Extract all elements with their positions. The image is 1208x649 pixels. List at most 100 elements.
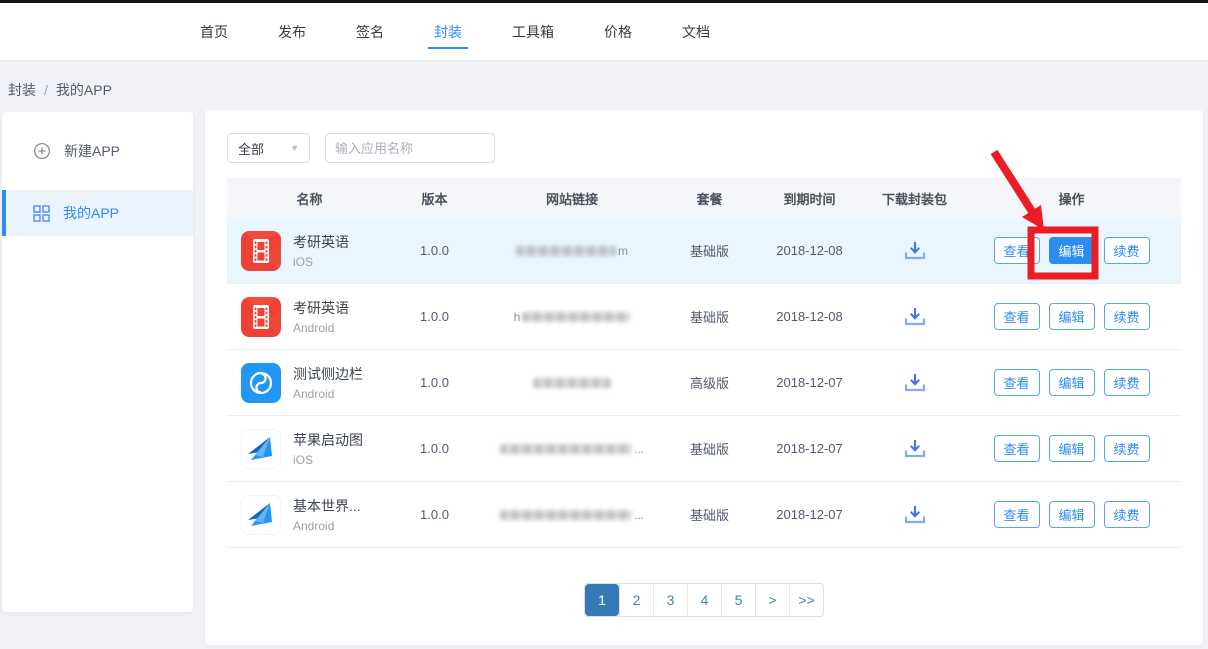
download-icon[interactable] xyxy=(903,306,927,327)
filter-select[interactable]: 全部 ▼ xyxy=(227,133,310,163)
website-link-cell: ... xyxy=(477,442,667,456)
page-button-4[interactable]: 4 xyxy=(687,584,721,616)
sidebar-item[interactable]: 新建APP xyxy=(2,128,193,174)
app-version: 1.0.0 xyxy=(392,243,477,258)
edit-button[interactable]: 编辑 xyxy=(1049,369,1095,396)
download-cell[interactable] xyxy=(867,504,962,525)
app-name-cell: 苹果启动图 iOS xyxy=(227,429,392,469)
app-name: 苹果启动图 xyxy=(293,430,363,450)
app-platform: Android xyxy=(293,387,363,401)
page-button-3[interactable]: 3 xyxy=(653,584,687,616)
film-app-icon xyxy=(241,297,281,337)
actions-cell: 查看编辑续费 xyxy=(962,501,1181,528)
expiry-date: 2018-12-07 xyxy=(752,507,867,522)
main-panel: 全部 ▼ 名称版本网站链接套餐到期时间下载封装包操作 考研英语 iOS 1.0.0 m… xyxy=(205,110,1203,645)
link-visible-suffix: m xyxy=(618,244,628,258)
paper-plane-app-icon xyxy=(241,429,281,469)
column-header: 到期时间 xyxy=(752,189,867,208)
sphere-app-icon xyxy=(241,363,281,403)
app-version: 1.0.0 xyxy=(392,507,477,522)
package-tier: 基础版 xyxy=(667,307,752,326)
view-button[interactable]: 查看 xyxy=(994,369,1040,396)
page-button-1[interactable]: 1 xyxy=(585,584,619,616)
breadcrumb: 封装/我的APP xyxy=(8,80,112,100)
download-icon[interactable] xyxy=(903,240,927,261)
plus-circle-icon xyxy=(33,142,51,160)
toolbar: 全部 ▼ xyxy=(227,133,495,163)
page-button-2[interactable]: 2 xyxy=(619,584,653,616)
table-row: 苹果启动图iOS1.0.0...基础版2018-12-07查看编辑续费 xyxy=(227,416,1181,482)
nav-item-link[interactable]: 签名 xyxy=(350,3,390,60)
column-header: 套餐 xyxy=(667,189,752,208)
search-box xyxy=(325,133,495,163)
download-icon[interactable] xyxy=(903,438,927,459)
chevron-down-icon: ▼ xyxy=(290,143,299,153)
column-header: 版本 xyxy=(392,189,477,208)
nav-list: 首页发布签名封装工具箱价格文档 xyxy=(194,3,1208,60)
app-name-cell: 基本世界...Android xyxy=(227,495,392,535)
actions-cell: 查看编辑续费 xyxy=(962,369,1181,396)
edit-button[interactable]: 编辑 xyxy=(1049,237,1095,264)
column-header: 名称 xyxy=(227,189,392,208)
package-tier: 基础版 xyxy=(667,505,752,524)
expiry-date: 2018-12-08 xyxy=(752,243,867,258)
nav-item-link[interactable]: 工具箱 xyxy=(506,3,560,60)
link-visible-prefix: h xyxy=(514,310,521,324)
blurred-url xyxy=(500,510,632,520)
link-visible-suffix: ... xyxy=(634,442,644,456)
actions-cell: 查看编辑续费 xyxy=(962,237,1181,264)
expiry-date: 2018-12-08 xyxy=(752,309,867,324)
renew-button[interactable]: 续费 xyxy=(1104,369,1150,396)
download-cell[interactable] xyxy=(867,372,962,393)
download-icon[interactable] xyxy=(903,504,927,525)
search-input[interactable] xyxy=(335,141,511,156)
app-platform: iOS xyxy=(293,453,363,467)
actions-cell: 查看编辑续费 xyxy=(962,435,1181,462)
renew-button[interactable]: 续费 xyxy=(1104,237,1150,264)
nav-item-link[interactable]: 价格 xyxy=(598,3,638,60)
nav-item-link[interactable]: 文档 xyxy=(676,3,716,60)
renew-button[interactable]: 续费 xyxy=(1104,435,1150,462)
view-button[interactable]: 查看 xyxy=(994,435,1040,462)
app-name: 考研英语 xyxy=(293,232,349,252)
expiry-date: 2018-12-07 xyxy=(752,375,867,390)
blurred-url xyxy=(522,312,630,322)
sidebar-item[interactable]: 我的APP xyxy=(2,190,193,236)
app-name: 考研英语 xyxy=(293,298,349,318)
table-header-row: 名称版本网站链接套餐到期时间下载封装包操作 xyxy=(227,178,1181,218)
app-name-cell: 测试侧边栏Android xyxy=(227,363,392,403)
pagination: 12345>>> xyxy=(584,583,824,617)
view-button[interactable]: 查看 xyxy=(994,303,1040,330)
table-row: 测试侧边栏Android1.0.0高级版2018-12-07查看编辑续费 xyxy=(227,350,1181,416)
next-page-button[interactable]: > xyxy=(755,584,789,616)
edit-button[interactable]: 编辑 xyxy=(1049,501,1095,528)
renew-button[interactable]: 续费 xyxy=(1104,303,1150,330)
page-button-5[interactable]: 5 xyxy=(721,584,755,616)
view-button[interactable]: 查看 xyxy=(994,501,1040,528)
last-page-button[interactable]: >> xyxy=(789,584,823,616)
view-button[interactable]: 查看 xyxy=(994,237,1040,264)
edit-button[interactable]: 编辑 xyxy=(1049,303,1095,330)
app-name-cell: 考研英语Android xyxy=(227,297,392,337)
download-icon[interactable] xyxy=(903,372,927,393)
breadcrumb-item-package[interactable]: 封装 xyxy=(8,82,36,98)
table-row: 考研英语Android1.0.0h基础版2018-12-08查看编辑续费 xyxy=(227,284,1181,350)
filter-select-value: 全部 xyxy=(238,139,264,158)
blurred-url xyxy=(500,444,632,454)
edit-button[interactable]: 编辑 xyxy=(1049,435,1095,462)
app-platform: iOS xyxy=(293,255,349,269)
nav-item-link[interactable]: 首页 xyxy=(194,3,234,60)
table-row: 考研英语iOS1.0.0m基础版2018-12-08查看编辑续费 xyxy=(227,218,1181,284)
renew-button[interactable]: 续费 xyxy=(1104,501,1150,528)
nav-item-active[interactable]: 封装 xyxy=(428,3,468,60)
app-version: 1.0.0 xyxy=(392,441,477,456)
nav-item-link[interactable]: 发布 xyxy=(272,3,312,60)
download-cell[interactable] xyxy=(867,438,962,459)
download-cell[interactable] xyxy=(867,306,962,327)
sidebar-item-label: 新建APP xyxy=(64,141,120,161)
download-cell[interactable] xyxy=(867,240,962,261)
grid-icon xyxy=(33,205,50,222)
film-app-icon xyxy=(241,231,281,271)
app-name-cell: 考研英语 iOS xyxy=(227,231,392,271)
apps-table: 名称版本网站链接套餐到期时间下载封装包操作 考研英语iOS1.0.0m基础版20… xyxy=(227,178,1181,548)
